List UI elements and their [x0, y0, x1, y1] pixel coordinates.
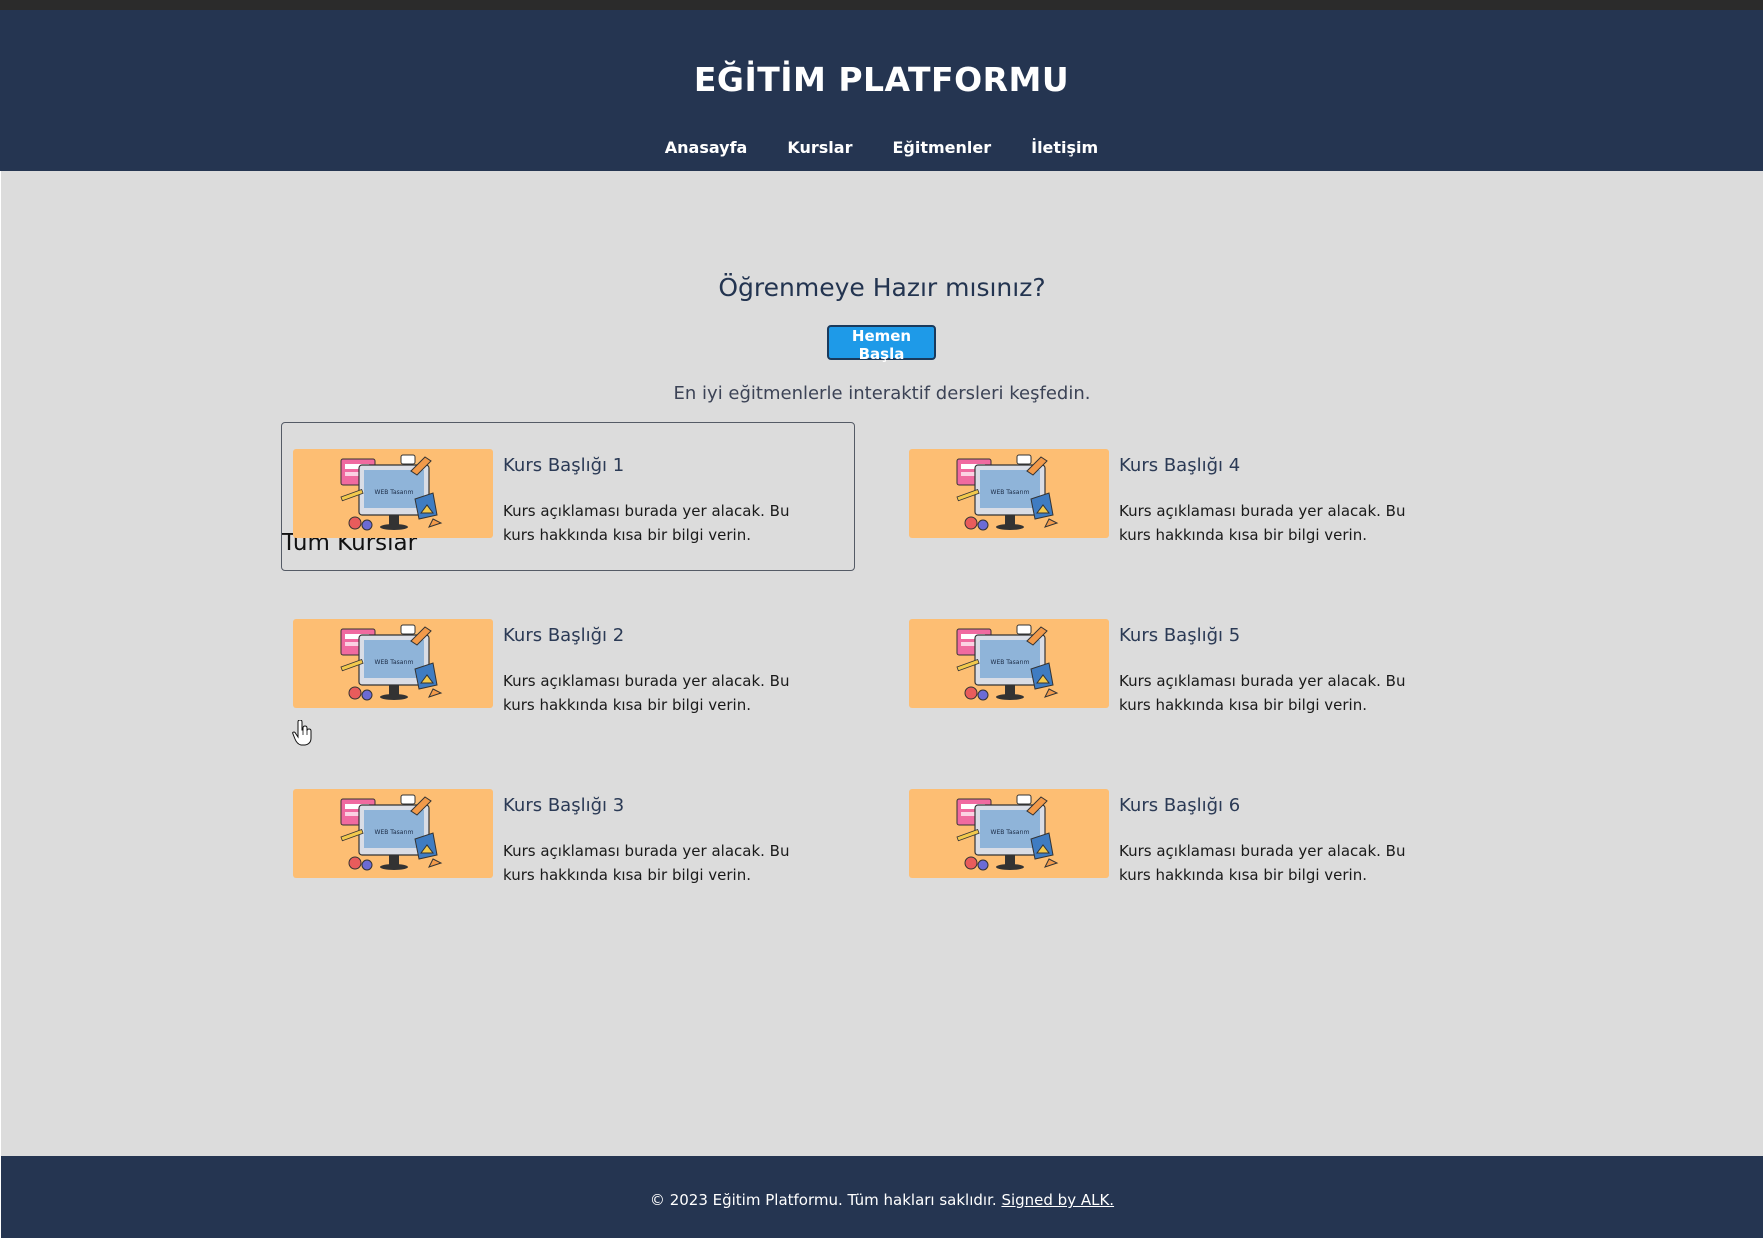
start-now-button[interactable]: Hemen Başla — [827, 325, 936, 363]
nav-link-instructors[interactable]: Eğitmenler — [892, 138, 991, 157]
course-card[interactable]: WEB Tasarım Kurs Başlığı 1 Kurs açıklaması… — [281, 422, 855, 571]
course-title[interactable]: Kurs Başlığı 4 — [1119, 455, 1240, 476]
course-title[interactable]: Kurs Başlığı 6 — [1119, 795, 1240, 816]
course-image: WEB Tasarım — [293, 449, 493, 538]
hand-cursor-icon — [292, 720, 312, 746]
main-content: Öğrenmeye Hazır mısınız? Hemen Başla En … — [1, 171, 1763, 1156]
course-description: Kurs açıklaması burada yer alacak. Bu ku… — [503, 842, 790, 884]
course-description: Kurs açıklaması burada yer alacak. Bu ku… — [1119, 502, 1406, 544]
course-image-label: WEB Tasarım — [375, 659, 414, 666]
site-header: EĞİTİM PLATFORMU Anasayfa Kurslar Eğitme… — [0, 10, 1763, 171]
course-description: Kurs açıklaması burada yer alacak. Bu ku… — [503, 502, 790, 544]
course-card[interactable]: WEB Tasarım Kurs Başlığı 3 Kurs açıklaması… — [281, 762, 855, 911]
footer-text-line: © 2023 Eğitim Platformu. Tüm hakları sak… — [1, 1191, 1763, 1209]
browser-top-strip — [0, 0, 1763, 10]
course-image: WEB Tasarım — [909, 789, 1109, 878]
footer-signed-link[interactable]: Signed by ALK. — [1001, 1191, 1114, 1209]
course-card[interactable]: WEB Tasarım Kurs Başlığı 4 Kurs açıklaması… — [897, 422, 1471, 571]
course-image: WEB Tasarım — [293, 789, 493, 878]
site-footer: © 2023 Eğitim Platformu. Tüm hakları sak… — [1, 1156, 1763, 1238]
course-image-label: WEB Tasarım — [991, 829, 1030, 836]
course-image-label: WEB Tasarım — [375, 489, 414, 496]
course-card[interactable]: WEB Tasarım Kurs Başlığı 5 Kurs açıklaması… — [897, 592, 1471, 741]
course-image: WEB Tasarım — [909, 449, 1109, 538]
course-title[interactable]: Kurs Başlığı 5 — [1119, 625, 1240, 646]
site-brand[interactable]: EĞİTİM PLATFORMU — [0, 60, 1763, 99]
course-image: WEB Tasarım — [909, 619, 1109, 708]
course-title[interactable]: Kurs Başlığı 1 — [503, 455, 624, 476]
course-image: WEB Tasarım — [293, 619, 493, 708]
course-image-label: WEB Tasarım — [991, 489, 1030, 496]
footer-copyright: © 2023 Eğitim Platformu. Tüm hakları sak… — [649, 1191, 997, 1209]
nav-link-contact[interactable]: İletişim — [1031, 138, 1098, 157]
course-card[interactable]: WEB Tasarım Kurs Başlığı 6 Kurs açıklaması… — [897, 762, 1471, 911]
course-card[interactable]: WEB Tasarım Kurs Başlığı 2 Kurs açıklaması… — [281, 592, 855, 741]
course-description: Kurs açıklaması burada yer alacak. Bu ku… — [1119, 672, 1406, 714]
nav-link-courses[interactable]: Kurslar — [787, 138, 852, 157]
course-title[interactable]: Kurs Başlığı 2 — [503, 625, 624, 646]
nav-link-home[interactable]: Anasayfa — [665, 138, 748, 157]
course-image-label: WEB Tasarım — [375, 829, 414, 836]
hero-subtitle: En iyi eğitmenlerle interaktif dersleri … — [673, 383, 1091, 404]
course-title[interactable]: Kurs Başlığı 3 — [503, 795, 624, 816]
course-image-label: WEB Tasarım — [991, 659, 1030, 666]
course-description: Kurs açıklaması burada yer alacak. Bu ku… — [1119, 842, 1406, 884]
course-description: Kurs açıklaması burada yer alacak. Bu ku… — [503, 672, 790, 714]
main-nav: Anasayfa Kurslar Eğitmenler İletişim — [0, 138, 1763, 157]
hero-title: Öğrenmeye Hazır mısınız? — [718, 273, 1046, 302]
